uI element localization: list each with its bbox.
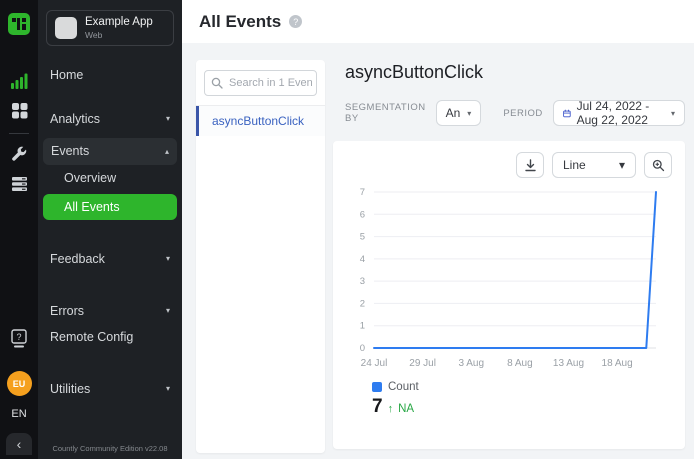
page-title: All Events [199,12,281,32]
app-type: Web [85,30,153,40]
magnifier-icon [652,159,665,172]
sidebar-menu: Home Analytics ▾ Events ▴ Overview All Eve… [38,62,182,402]
segmentation-value: An [446,106,461,120]
segmentation-dropdown[interactable]: An ▾ [436,100,482,126]
sidebar-item-utilities[interactable]: Utilities ▾ [38,376,182,402]
app-thumbnail [55,17,77,39]
chart-legend: Count 7 ↑ NA [372,381,672,418]
svg-text:29 Jul: 29 Jul [409,358,436,369]
chart-type-value: Line [563,158,586,172]
sidebar-item-feedback[interactable]: Feedback ▾ [38,246,182,272]
period-dropdown[interactable]: Jul 24, 2022 - Aug 22, 2022 ▾ [553,100,685,126]
sidebar-item-all-events[interactable]: All Events [43,194,177,220]
version-footer: Countly Community Edition v22.08 [38,444,182,453]
chevron-down-icon: ▾ [619,158,625,172]
apps-grid-icon[interactable] [11,102,28,119]
chart-toolbar: Line ▾ [346,152,672,178]
sidebar-item-label: Overview [64,171,116,185]
countly-logo-icon[interactable] [7,12,31,36]
event-search [204,70,317,96]
chevron-down-icon: ▾ [166,114,170,123]
period-value: Jul 24, 2022 - Aug 22, 2022 [577,99,665,127]
sidebar-item-label: Feedback [50,252,105,266]
help-icon[interactable]: ? [289,15,302,28]
legend-summary: 7 ↑ NA [372,396,672,418]
legend-trend-value: NA [398,403,414,415]
svg-text:24 Jul: 24 Jul [361,358,388,369]
svg-text:6: 6 [360,209,365,220]
controls-row: SEGMENTATION BY An ▾ PERIOD Jul 24, 2022… [345,100,685,126]
event-name: asyncButtonClick [212,114,304,128]
rail-divider [9,133,29,134]
period-label: PERIOD [503,108,542,119]
svg-text:3: 3 [360,276,365,287]
svg-text:7: 7 [360,187,365,198]
chart-zoom-button[interactable] [644,152,672,178]
collapse-chevron-icon: ‹ [17,436,22,452]
download-button[interactable] [516,152,544,178]
calendar-icon [563,107,571,120]
sidebar-item-label: Utilities [50,382,90,396]
sidebar-collapse-button[interactable]: ‹ [6,433,32,455]
legend-color-swatch [372,382,382,392]
svg-text:0: 0 [360,343,365,354]
search-icon [211,77,223,89]
segmentation-label: SEGMENTATION BY [345,102,426,124]
sidebar-item-remote-config[interactable]: Remote Config [38,324,182,350]
chart-type-select[interactable]: Line ▾ [552,152,636,178]
sidebar-item-home[interactable]: Home [38,62,182,88]
chevron-down-icon: ▾ [166,384,170,393]
sidebar-item-label: Analytics [50,112,100,126]
svg-text:2: 2 [360,298,365,309]
sidebar-item-label: Events [51,144,89,158]
trend-up-icon: ↑ [388,403,394,415]
legend-series-toggle[interactable]: Count [372,381,672,393]
svg-text:1: 1 [360,321,365,332]
sidebar-item-errors[interactable]: Errors ▾ [38,298,182,324]
event-list-card: asyncButtonClick [196,60,325,453]
svg-text:5: 5 [360,232,365,243]
language-selector[interactable]: EN [11,408,26,420]
svg-text:3 Aug: 3 Aug [458,358,484,369]
sidebar-item-events[interactable]: Events ▴ [43,138,177,165]
sidebar-item-label: Home [50,68,83,82]
sidebar-item-label: Remote Config [50,330,133,344]
download-icon [524,159,537,172]
management-wrench-icon[interactable] [10,146,28,164]
chevron-down-icon: ▾ [671,109,675,118]
event-detail-panel: asyncButtonClick SEGMENTATION BY An ▾ PE… [333,60,685,453]
svg-text:18 Aug: 18 Aug [602,358,633,369]
svg-text:4: 4 [360,254,365,265]
app-name: Example App [85,16,153,30]
sidebar-item-label: Errors [50,304,84,318]
line-chart[interactable]: 0 1 2 3 4 5 6 7 24 Jul 29 Jul 3 Aug 8 Aug 13 Aug 18 A… [346,184,672,379]
main-area: All Events ? asyncButtonClick asyncButto… [182,0,694,459]
chevron-down-icon: ▾ [166,306,170,315]
page-header: All Events ? [182,0,694,43]
icon-rail: ? EU EN ‹ [0,0,38,459]
svg-text:?: ? [16,332,21,342]
svg-text:8 Aug: 8 Aug [507,358,533,369]
sidebar-item-label: All Events [64,200,120,214]
chevron-down-icon: ▾ [467,109,471,118]
app-selector[interactable]: Example App Web [46,10,174,46]
chart-card: Line ▾ 0 1 2 3 4 5 6 7 24 Jul 29 Jul 3 Aug 8 Aug 13 … [333,141,685,449]
content: asyncButtonClick asyncButtonClick SEGMEN… [182,43,694,459]
sidebar-item-analytics[interactable]: Analytics ▾ [38,106,182,132]
legend-total-value: 7 [372,396,383,418]
sidebar: Example App Web Home Analytics ▾ Events ▴ … [38,0,182,459]
sidebar-item-overview[interactable]: Overview [38,165,182,191]
user-avatar[interactable]: EU [7,371,32,396]
data-stack-icon[interactable] [11,176,28,192]
chevron-down-icon: ▾ [166,254,170,263]
analytics-bars-icon[interactable] [10,72,28,90]
svg-text:13 Aug: 13 Aug [553,358,584,369]
help-key-icon[interactable]: ? [10,329,28,349]
legend-series-label: Count [388,381,419,393]
event-list-item-selected[interactable]: asyncButtonClick [196,106,325,136]
event-title: asyncButtonClick [345,62,685,83]
chevron-up-icon: ▴ [165,147,169,156]
countly-app: ? EU EN ‹ Example App Web Home Analytics… [0,0,694,459]
